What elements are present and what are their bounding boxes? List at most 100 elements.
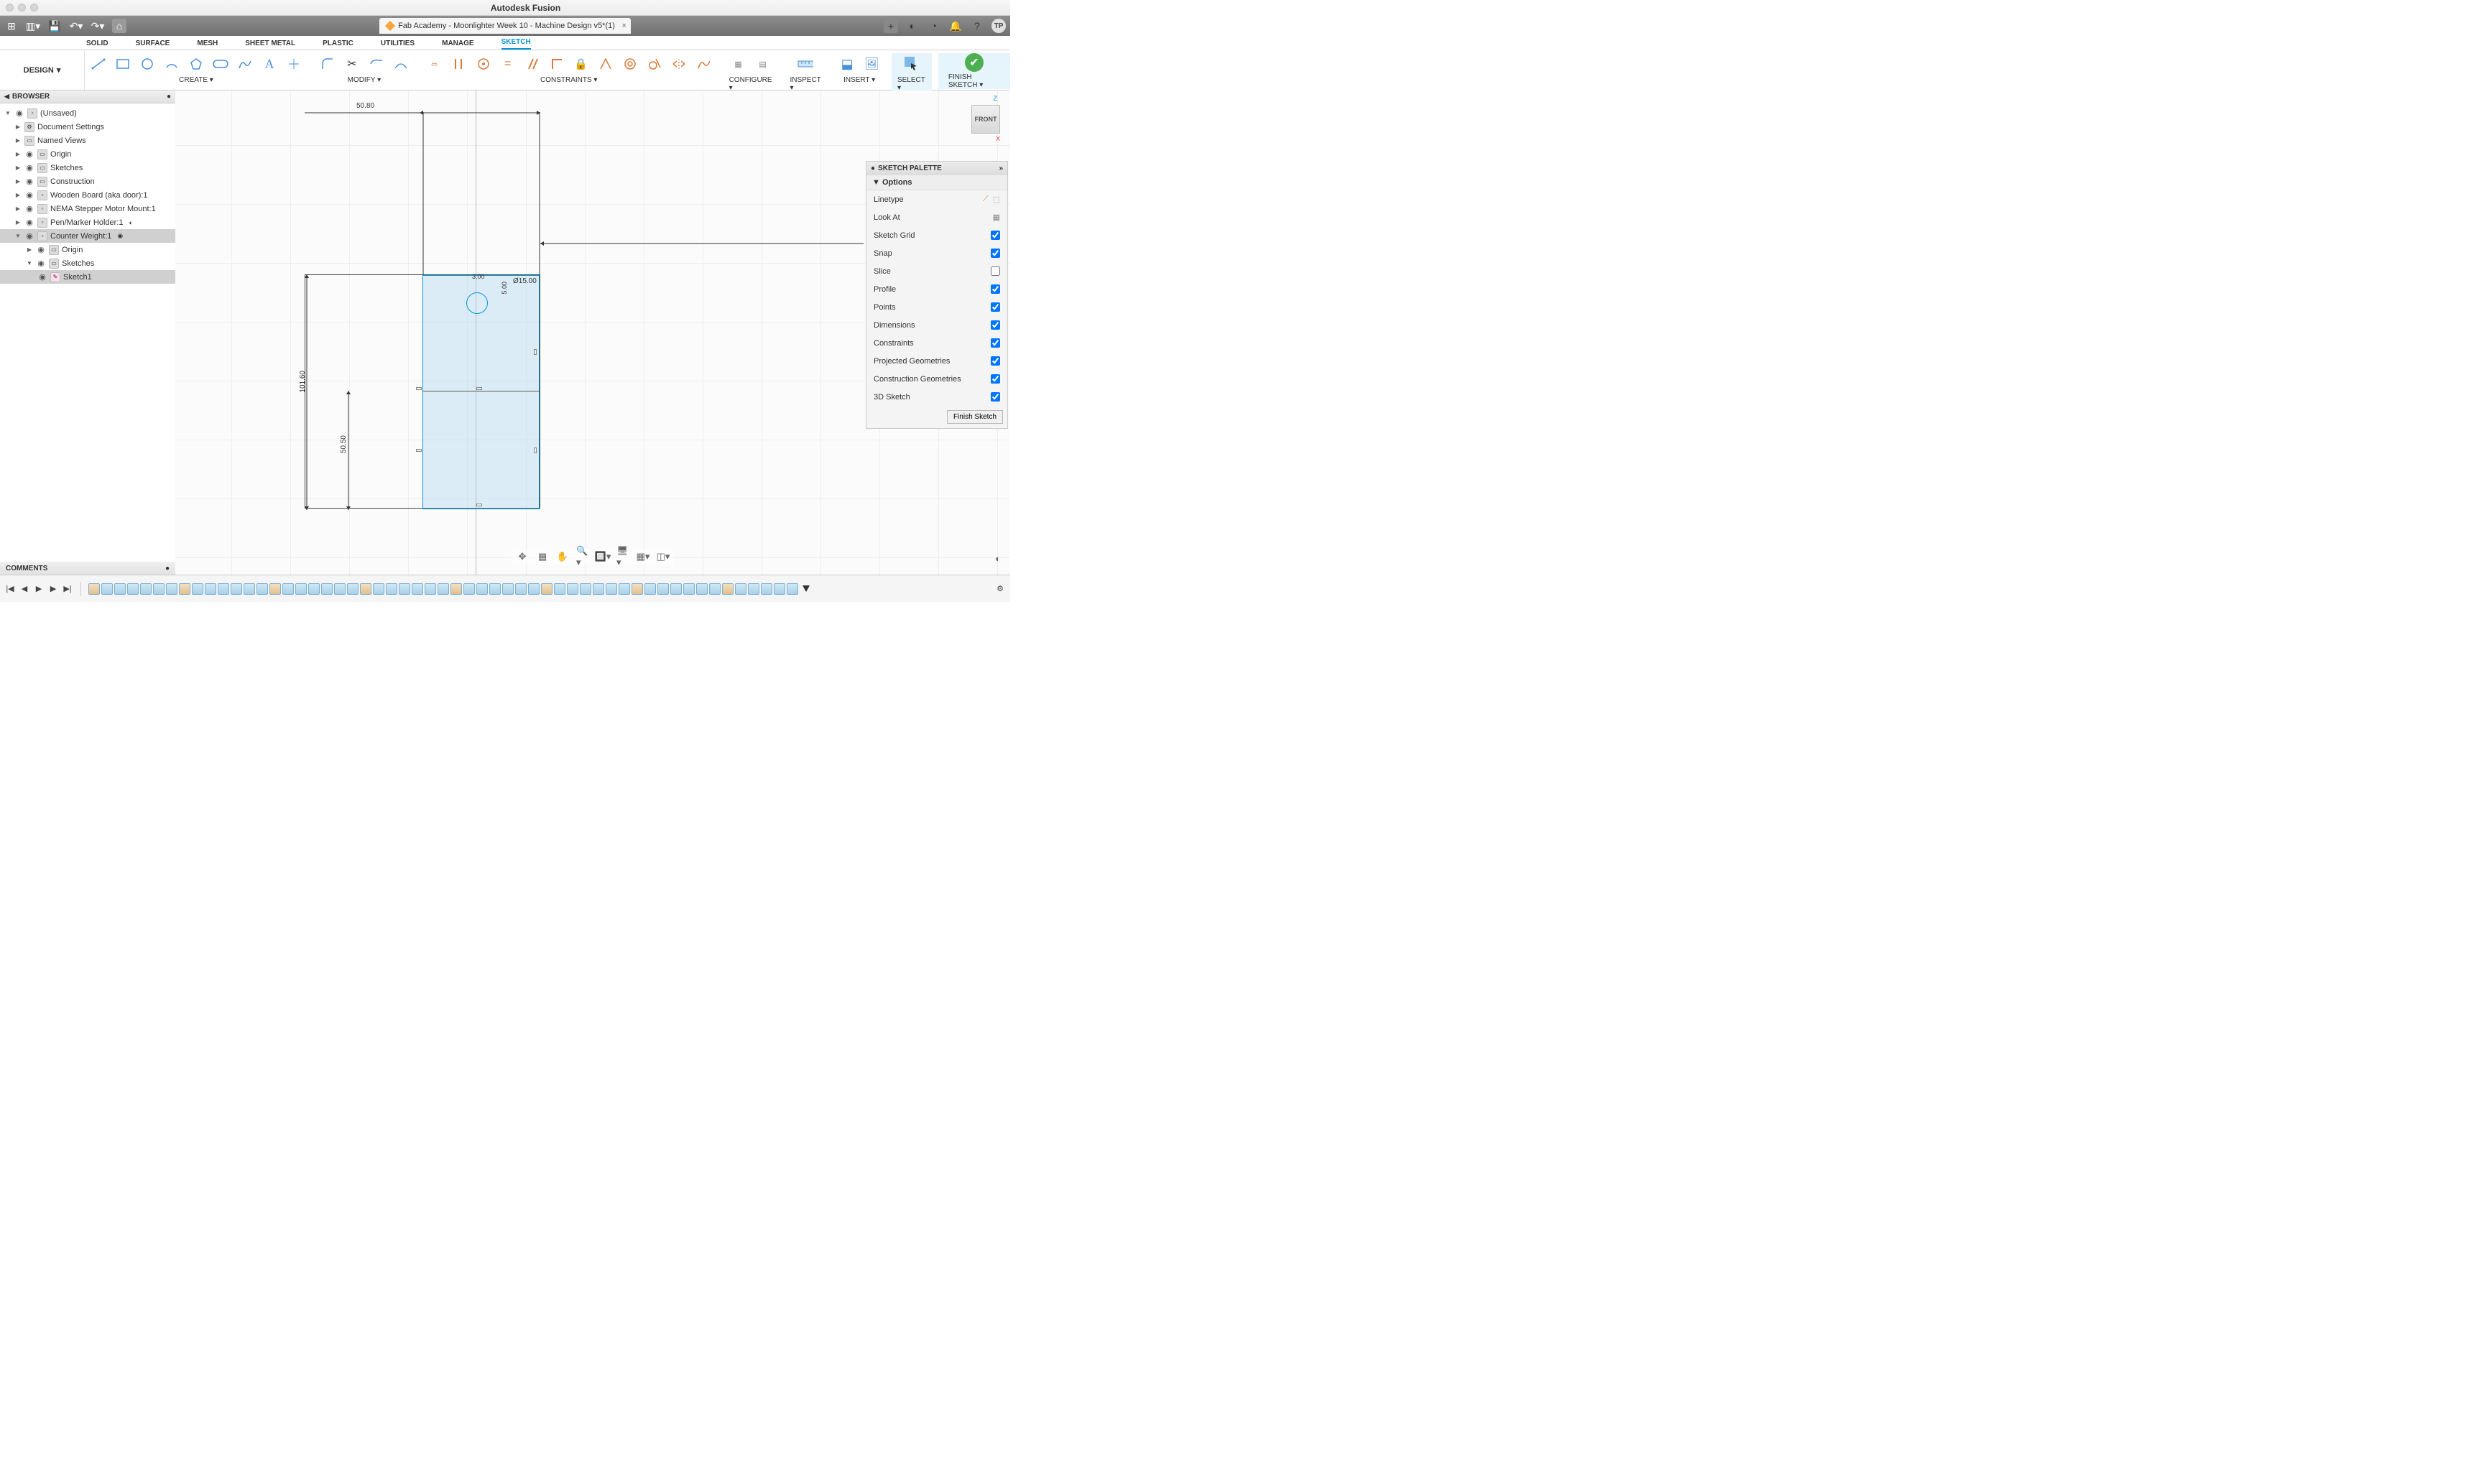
timeline-feature[interactable] <box>127 583 139 595</box>
timeline-feature[interactable] <box>244 583 255 595</box>
option-checkbox[interactable] <box>991 266 1000 276</box>
fix-constraint-icon[interactable]: 🔒 <box>573 56 589 72</box>
timeline-feature[interactable] <box>502 583 514 595</box>
linetype-construction-icon[interactable]: ⬚ <box>993 195 1000 204</box>
timeline-feature[interactable] <box>528 583 540 595</box>
tree-item-sketch1[interactable]: ◉✎Sketch1 <box>0 270 175 284</box>
timeline-feature[interactable] <box>347 583 359 595</box>
job-status-icon[interactable]: ◔ <box>927 19 941 33</box>
viewcube[interactable]: Z FRONT X <box>971 95 1000 142</box>
option-checkbox[interactable] <box>991 374 1000 384</box>
option-checkbox[interactable] <box>991 284 1000 294</box>
timeline-feature[interactable] <box>515 583 527 595</box>
viewport-icon[interactable]: ◫▾ <box>657 550 670 563</box>
timeline-feature[interactable] <box>580 583 591 595</box>
timeline-feature[interactable] <box>218 583 229 595</box>
extend-tool-icon[interactable] <box>369 56 384 72</box>
timeline-feature[interactable] <box>140 583 152 595</box>
tab-sheet-metal[interactable]: SHEET METAL <box>245 37 295 50</box>
timeline-feature[interactable] <box>761 583 772 595</box>
close-tab-icon[interactable]: × <box>621 22 626 30</box>
grid-settings-icon[interactable]: ▦▾ <box>637 550 649 563</box>
document-tab[interactable]: Fab Academy - Moonlighter Week 10 - Mach… <box>379 18 631 34</box>
app-menu-icon[interactable]: ⊞ <box>4 19 19 33</box>
tab-utilities[interactable]: UTILITIES <box>381 37 415 50</box>
timeline-feature[interactable] <box>360 583 371 595</box>
timeline-feature[interactable] <box>657 583 669 595</box>
pan-icon[interactable]: ✋ <box>556 550 569 563</box>
option-checkbox[interactable] <box>991 302 1000 312</box>
redo-icon[interactable]: ↷▾ <box>91 19 105 33</box>
dimension-small-a[interactable]: 3.00 <box>472 273 485 280</box>
perpendicular-constraint-icon[interactable] <box>549 56 565 72</box>
visibility-icon[interactable]: ◉ <box>36 245 46 255</box>
line-tool-icon[interactable] <box>91 56 106 72</box>
timeline-settings-icon[interactable]: ⚙ <box>994 583 1006 595</box>
palette-option-look-at[interactable]: Look At▦ <box>866 208 1007 226</box>
timeline-next-icon[interactable]: ▶ <box>47 583 59 595</box>
home-icon[interactable]: ⌂ <box>112 19 126 33</box>
tree-item-wooden-board[interactable]: ◉▫Wooden Board (aka door):1 <box>0 188 175 202</box>
option-checkbox[interactable] <box>991 320 1000 330</box>
timeline-feature[interactable] <box>386 583 397 595</box>
tree-item-pen-holder[interactable]: ◉▫Pen/Marker Holder:1◐ <box>0 215 175 229</box>
palette-option-sketch-grid[interactable]: Sketch Grid <box>866 226 1007 244</box>
timeline-prev-icon[interactable]: ◀ <box>19 583 30 595</box>
visibility-icon[interactable]: ◉ <box>24 231 34 241</box>
palette-option-construction-geometries[interactable]: Construction Geometries <box>866 370 1007 388</box>
configure-icon[interactable]: ▦ <box>731 56 746 72</box>
dimension-small-b[interactable]: 5.00 <box>501 282 508 295</box>
linetype-solid-icon[interactable]: ⟋ <box>983 195 989 204</box>
timeline-feature[interactable] <box>256 583 268 595</box>
timeline-feature[interactable] <box>88 583 100 595</box>
select-tool-icon[interactable] <box>904 56 920 72</box>
option-checkbox[interactable] <box>991 392 1000 402</box>
timeline-feature[interactable] <box>722 583 734 595</box>
close-icon[interactable] <box>6 4 14 11</box>
browser-header[interactable]: ◀BROWSER● <box>0 91 175 103</box>
tangent-constraint-icon[interactable] <box>647 56 662 72</box>
panel-pin-icon[interactable]: ● <box>165 565 170 572</box>
timeline-feature[interactable] <box>179 583 190 595</box>
finish-sketch-button[interactable]: Finish Sketch <box>947 410 1003 424</box>
new-file-icon[interactable]: ▥▾ <box>26 19 40 33</box>
timeline-play-icon[interactable]: ▶ <box>33 583 45 595</box>
option-checkbox[interactable] <box>991 356 1000 366</box>
point-tool-icon[interactable] <box>286 56 302 72</box>
arc-tool-icon[interactable] <box>164 56 180 72</box>
timeline-feature[interactable] <box>205 583 216 595</box>
tree-item-document-settings[interactable]: ⚙Document Settings <box>0 120 175 134</box>
slot-tool-icon[interactable] <box>213 56 228 72</box>
timeline-start-icon[interactable]: |◀ <box>4 583 16 595</box>
tab-mesh[interactable]: MESH <box>197 37 218 50</box>
tab-solid[interactable]: SOLID <box>86 37 108 50</box>
timeline-feature[interactable] <box>269 583 281 595</box>
tree-item-sub-sketches[interactable]: ◉▭Sketches <box>0 256 175 270</box>
timeline-end-icon[interactable]: ▶| <box>62 583 73 595</box>
timeline-feature[interactable] <box>632 583 643 595</box>
timeline-feature[interactable] <box>683 583 695 595</box>
viewcube-front-face[interactable]: FRONT <box>971 105 1000 134</box>
timeline-feature[interactable] <box>554 583 565 595</box>
parallel-constraint-icon[interactable] <box>524 56 540 72</box>
timeline-feature[interactable] <box>373 583 384 595</box>
tree-root[interactable]: ◉▫(Unsaved) <box>0 106 175 120</box>
timeline-feature[interactable] <box>334 583 346 595</box>
timeline-feature[interactable] <box>321 583 333 595</box>
timeline-feature[interactable] <box>489 583 501 595</box>
timeline-feature[interactable] <box>463 583 475 595</box>
symmetry-constraint-icon[interactable] <box>671 56 687 72</box>
option-checkbox[interactable] <box>991 249 1000 258</box>
timeline-feature[interactable] <box>670 583 682 595</box>
horizontal-constraint-icon[interactable]: ⬄ <box>427 56 443 72</box>
polygon-tool-icon[interactable] <box>188 56 204 72</box>
palette-option-slice[interactable]: Slice <box>866 262 1007 280</box>
timeline-feature[interactable] <box>166 583 177 595</box>
concentric-constraint-icon[interactable] <box>622 56 638 72</box>
visibility-icon[interactable]: ◉ <box>36 259 46 269</box>
look-at-icon[interactable]: ▦ <box>536 550 549 563</box>
timeline-feature[interactable] <box>450 583 462 595</box>
timeline-feature[interactable] <box>606 583 617 595</box>
option-checkbox[interactable] <box>991 338 1000 348</box>
measure-icon[interactable] <box>797 56 813 72</box>
